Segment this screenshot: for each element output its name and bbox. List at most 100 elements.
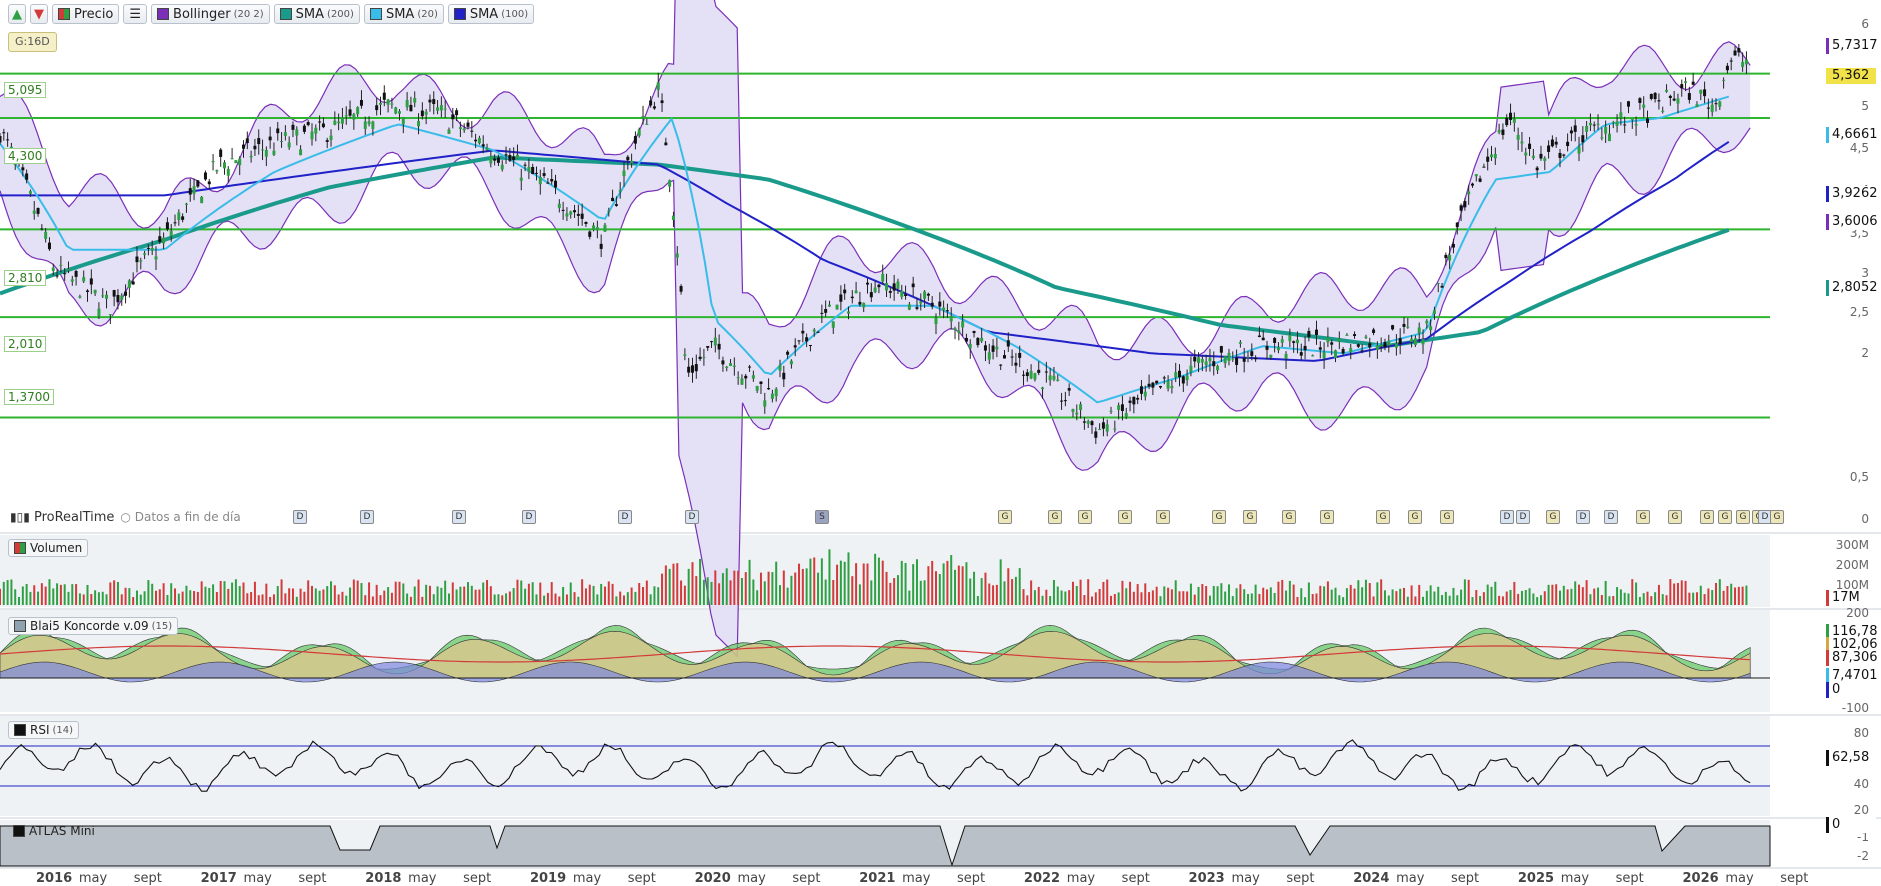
candle-body [1744, 59, 1748, 65]
event-marker[interactable]: G [1636, 510, 1650, 524]
candle-body [1170, 386, 1174, 389]
volume-bar [596, 594, 599, 605]
bollinger-button[interactable]: Bollinger (20 2) [151, 4, 270, 24]
candle-body [173, 222, 177, 224]
koncorde-axis-tick: 200 [1846, 606, 1869, 620]
sma100-label: SMA [469, 6, 499, 22]
chart-canvas[interactable] [0, 0, 1881, 886]
volume-bar [1437, 586, 1440, 605]
event-marker[interactable]: G [1736, 510, 1750, 524]
volume-bar [1604, 580, 1607, 605]
candle-body [1284, 353, 1288, 359]
candle-body [1562, 154, 1566, 156]
event-marker[interactable]: G [1408, 510, 1422, 524]
volume-bar [1646, 591, 1649, 605]
volume-bar [1060, 590, 1063, 605]
candle-body [1101, 422, 1105, 429]
candle-body [706, 346, 710, 348]
sell-arrow-button[interactable]: ▼ [30, 4, 48, 24]
event-marker[interactable]: G [1770, 510, 1784, 524]
candle-body [1071, 409, 1075, 412]
candle-body [1219, 346, 1223, 353]
time-axis-label: sept [957, 871, 986, 886]
buy-arrow-button[interactable]: ▲ [8, 4, 26, 24]
candle-body [124, 291, 128, 296]
candle-body [968, 343, 972, 349]
event-marker[interactable]: G [1700, 510, 1714, 524]
candle-body [89, 278, 93, 285]
volume-bar [1391, 589, 1394, 605]
event-marker[interactable]: G [1546, 510, 1560, 524]
candle-body [1729, 60, 1733, 62]
volume-bar [653, 586, 656, 605]
volume-bar [387, 587, 390, 605]
volume-bar [1539, 595, 1542, 605]
sma20-button[interactable]: SMA (20) [363, 4, 444, 24]
event-marker[interactable]: D [1500, 510, 1514, 524]
event-marker[interactable]: G [1243, 510, 1257, 524]
candle-body [1588, 122, 1592, 126]
candle-body [398, 111, 402, 114]
sma100-button[interactable]: SMA (100) [447, 4, 535, 24]
event-marker[interactable]: G [1118, 510, 1132, 524]
sma200-button[interactable]: SMA (200) [273, 4, 360, 24]
candle-body [907, 304, 911, 310]
event-marker[interactable]: D [452, 510, 466, 524]
event-marker[interactable]: G [1048, 510, 1062, 524]
candle-body [1558, 152, 1562, 158]
event-marker[interactable]: G [1440, 510, 1454, 524]
volume-bar [383, 590, 386, 605]
volume-bar [1136, 584, 1139, 605]
event-marker[interactable]: G [1282, 510, 1296, 524]
koncorde-panel-label[interactable]: Blai5 Koncorde v.09 (15) [8, 617, 179, 635]
atlas-panel-label[interactable]: ATLAS Mini [8, 822, 100, 840]
event-marker[interactable]: D [360, 510, 374, 524]
price-series-button[interactable]: Precio [52, 4, 120, 24]
time-axis-label: sept [133, 871, 162, 886]
candle-body [299, 149, 303, 156]
time-axis-label: may [1231, 871, 1260, 886]
event-marker[interactable]: D [293, 510, 307, 524]
candle-body [698, 356, 702, 360]
event-marker[interactable]: G [1156, 510, 1170, 524]
event-marker[interactable]: G [1320, 510, 1334, 524]
indicator-list-button[interactable]: ☰ [123, 4, 148, 24]
candle-body [576, 213, 580, 216]
candle-body [230, 158, 234, 160]
event-marker[interactable]: G [1718, 510, 1732, 524]
event-marker[interactable]: G [998, 510, 1012, 524]
event-marker[interactable]: G [1212, 510, 1226, 524]
candle-body [1041, 387, 1045, 390]
candle-body [759, 381, 763, 384]
volume-bar [379, 595, 382, 605]
event-marker[interactable]: D [1604, 510, 1618, 524]
event-marker[interactable]: D [685, 510, 699, 524]
price-axis-tick: 4,5 [1849, 141, 1869, 155]
candle-body [447, 129, 451, 134]
candle-body [466, 122, 470, 127]
candle-body [987, 352, 991, 360]
period-badge[interactable]: G:16D [8, 32, 57, 52]
volume-bar [97, 592, 100, 605]
candle-body [1136, 397, 1140, 400]
volume-bar [135, 590, 138, 605]
event-marker[interactable]: G [1668, 510, 1682, 524]
event-marker[interactable]: D [618, 510, 632, 524]
candle-body [1120, 404, 1124, 412]
volume-panel-label[interactable]: Volumen [8, 539, 89, 557]
volume-bar [406, 593, 409, 605]
candle-body [1181, 376, 1185, 384]
volume-bar [1703, 594, 1706, 605]
event-marker[interactable]: S [815, 510, 829, 524]
time-axis-label: 2021 [859, 871, 896, 886]
candle-body [919, 301, 923, 304]
volume-bar [603, 586, 606, 605]
candle-body [1733, 50, 1737, 56]
rsi-panel-label[interactable]: RSI (14) [8, 721, 80, 739]
volume-bar [1479, 596, 1482, 605]
event-marker[interactable]: D [522, 510, 536, 524]
event-marker[interactable]: G [1078, 510, 1092, 524]
event-marker[interactable]: D [1576, 510, 1590, 524]
event-marker[interactable]: D [1516, 510, 1530, 524]
event-marker[interactable]: G [1376, 510, 1390, 524]
